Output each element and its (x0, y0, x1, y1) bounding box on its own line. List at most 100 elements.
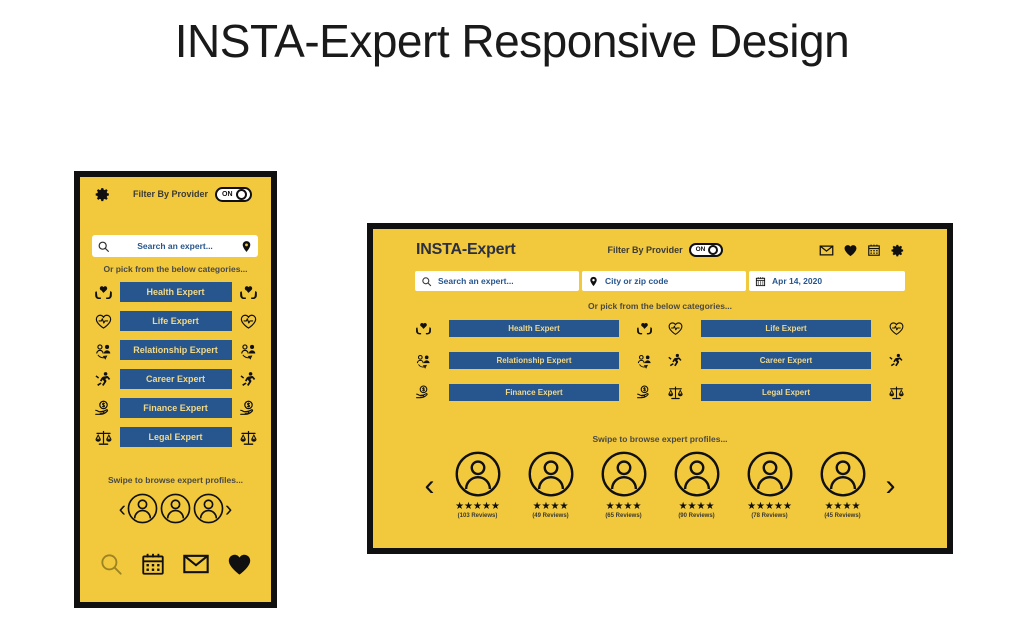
desktop-category-finance[interactable]: Finance Expert (449, 383, 619, 401)
mobile-category-row: Finance Expert (80, 397, 271, 419)
mobile-avatar-list (126, 492, 225, 525)
hand-dollar-icon (239, 399, 258, 418)
two-people-icon (415, 352, 432, 369)
mobile-category-career[interactable]: Career Expert (119, 369, 232, 389)
mobile-category-row: Health Expert (80, 281, 271, 303)
app-logo: INSTA-Expert (416, 241, 516, 258)
mobile-category-list: Health Expert Life Expert Relationship E… (80, 281, 271, 455)
envelope-icon[interactable] (182, 550, 210, 578)
heart-pulse-icon (888, 320, 905, 337)
review-count: (65 Reviews) (605, 513, 642, 519)
avatar (820, 451, 865, 497)
avatar (528, 451, 573, 497)
chevron-left-icon[interactable]: ‹ (119, 497, 126, 520)
desktop-toggle-state: ON (695, 245, 706, 253)
desktop-header-icons (819, 243, 905, 258)
review-count: (90 Reviews) (678, 513, 715, 519)
gear-icon[interactable] (94, 186, 111, 203)
desktop-pick-label: Or pick from the below categories... (587, 301, 733, 311)
desktop-filter-toggle[interactable]: ON (688, 243, 724, 257)
mobile-filter-toggle[interactable]: ON (215, 186, 252, 202)
desktop-category-relationship[interactable]: Relationship Expert (449, 351, 619, 369)
mobile-category-life[interactable]: Life Expert (119, 311, 232, 331)
mobile-mockup-frame: Filter By Provider ON Search an expert..… (74, 171, 277, 608)
heart-pulse-icon (239, 312, 258, 331)
rating-stars: ★★★★ (532, 501, 569, 512)
avatar[interactable] (159, 492, 192, 525)
calendar-icon[interactable] (140, 551, 166, 577)
mobile-filter-label: Filter By Provider (133, 189, 209, 199)
calendar-icon (755, 276, 766, 287)
avatar (601, 451, 646, 497)
heart-pulse-icon (667, 320, 684, 337)
desktop-category-cell: Health Expert (415, 317, 653, 339)
desktop-profile-list: ★★★★★ (103 Reviews) ★★★★ (49 Reviews) ★★… (445, 449, 876, 519)
mobile-search-bar[interactable]: Search an expert... (92, 235, 258, 257)
mobile-header: Filter By Provider ON (80, 177, 271, 211)
gear-icon[interactable] (890, 243, 905, 258)
chevron-right-icon[interactable]: › (886, 471, 896, 501)
toggle-knob-icon (235, 188, 247, 200)
avatar[interactable] (192, 492, 225, 525)
desktop-category-cell: Career Expert (667, 349, 905, 371)
desktop-category-cell: Relationship Expert (415, 349, 653, 371)
desktop-category-health[interactable]: Health Expert (449, 319, 619, 337)
search-icon[interactable] (98, 551, 124, 577)
hands-heart-icon (239, 283, 258, 302)
profile-card[interactable]: ★★★★ (45 Reviews) (810, 449, 876, 519)
mobile-category-legal[interactable]: Legal Expert (119, 427, 232, 447)
rating-stars: ★★★★ (678, 501, 715, 512)
page-title: INSTA-Expert Responsive Design (174, 15, 850, 67)
desktop-profile-carousel: ‹ ★★★★★ (103 Reviews) ★★★★ (49 Reviews) (373, 449, 947, 519)
desktop-search-expert-value: Search an expert... (438, 276, 514, 286)
running-person-icon (239, 370, 258, 389)
avatar[interactable] (126, 492, 159, 525)
calendar-icon[interactable] (867, 243, 881, 257)
heart-icon[interactable] (226, 551, 253, 578)
desktop-category-cell: Finance Expert (415, 381, 653, 403)
desktop-category-cell: Life Expert (667, 317, 905, 339)
desktop-location-field[interactable]: City or zip code (582, 271, 746, 291)
mobile-category-row: Relationship Expert (80, 339, 271, 361)
hand-dollar-icon (636, 384, 653, 401)
desktop-category-legal[interactable]: Legal Expert (701, 383, 871, 401)
heart-icon[interactable] (843, 243, 858, 258)
review-count: (78 Reviews) (751, 513, 788, 519)
profile-card[interactable]: ★★★★★ (78 Reviews) (737, 449, 803, 519)
mobile-category-finance[interactable]: Finance Expert (119, 398, 232, 418)
mobile-category-row: Life Expert (80, 310, 271, 332)
profile-card[interactable]: ★★★★ (49 Reviews) (518, 449, 584, 519)
review-count: (45 Reviews) (824, 513, 861, 519)
chevron-left-icon[interactable]: ‹ (425, 471, 435, 501)
two-people-icon (636, 352, 653, 369)
mobile-swipe-label: Swipe to browse expert profiles... (107, 475, 244, 485)
profile-card[interactable]: ★★★★ (65 Reviews) (591, 449, 657, 519)
desktop-category-cell: Legal Expert (667, 381, 905, 403)
desktop-search-expert-field[interactable]: Search an expert... (415, 271, 579, 291)
hands-heart-icon (415, 320, 432, 337)
hands-heart-icon (636, 320, 653, 337)
profile-card[interactable]: ★★★★★ (103 Reviews) (445, 449, 511, 519)
desktop-category-life[interactable]: Life Expert (701, 319, 871, 337)
running-person-icon (667, 352, 684, 369)
avatar (674, 451, 719, 497)
mobile-bottom-nav (80, 537, 271, 591)
desktop-swipe-label: Swipe to browse expert profiles... (592, 434, 728, 444)
review-count: (103 Reviews) (457, 513, 498, 519)
mobile-category-relationship[interactable]: Relationship Expert (119, 340, 232, 360)
desktop-location-value: City or zip code (605, 276, 669, 286)
mobile-category-health[interactable]: Health Expert (119, 282, 232, 302)
desktop-category-career[interactable]: Career Expert (701, 351, 871, 369)
avatar (455, 451, 500, 497)
search-icon (97, 240, 110, 253)
mobile-search-placeholder: Search an expert... (137, 241, 213, 251)
chevron-right-icon[interactable]: › (225, 497, 232, 520)
scales-icon (94, 428, 113, 447)
scales-icon (239, 428, 258, 447)
profile-card[interactable]: ★★★★ (90 Reviews) (664, 449, 730, 519)
envelope-icon[interactable] (819, 243, 834, 258)
desktop-date-value: Apr 14, 2020 (772, 276, 823, 286)
location-pin-icon[interactable] (240, 240, 253, 253)
desktop-date-field[interactable]: Apr 14, 2020 (749, 271, 905, 291)
desktop-filter-label: Filter By Provider (607, 245, 683, 255)
